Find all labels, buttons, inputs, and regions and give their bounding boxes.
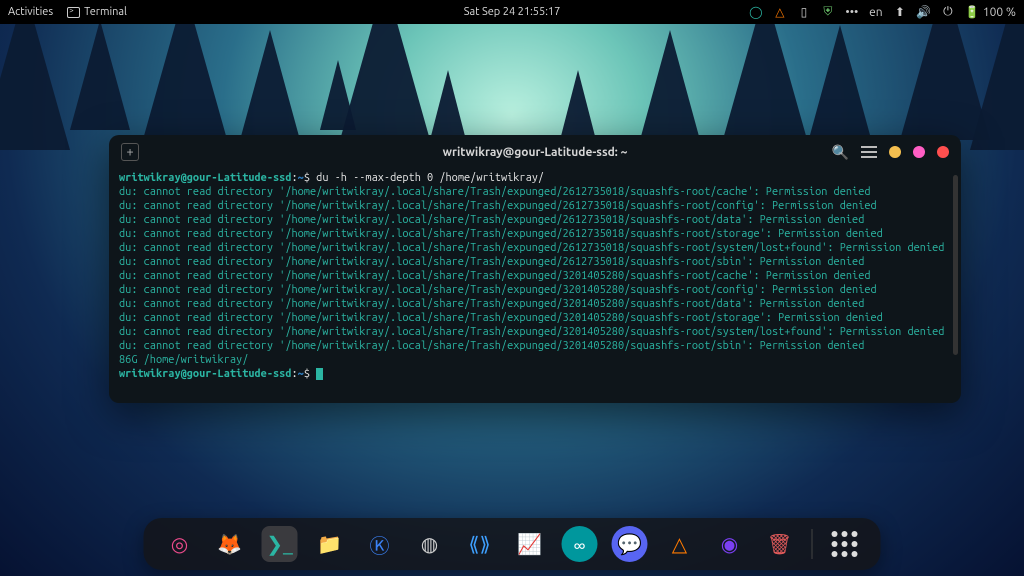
- terminal-line: du: cannot read directory '/home/writwik…: [119, 213, 951, 227]
- tray-icon-power[interactable]: ⏻: [941, 5, 955, 19]
- terminal-line: du: cannot read directory '/home/writwik…: [119, 199, 951, 213]
- du-result: 86G /home/writwikray/: [119, 353, 951, 367]
- terminal-title: writwikray@gour-Latitude-ssd: ~: [443, 146, 628, 159]
- prompt-line-1: writwikray@gour-Latitude-ssd:~$ du -h --…: [119, 171, 951, 185]
- system-tray: ◯ △ ▯ ⛨ ••• en ⬆ 🔊 ⏻ 🔋100 %: [749, 5, 1016, 19]
- search-icon[interactable]: 🔍: [832, 144, 849, 161]
- dock-separator: [812, 529, 813, 559]
- close-button[interactable]: [937, 146, 949, 158]
- minimize-button[interactable]: [889, 146, 901, 158]
- terminal-line: du: cannot read directory '/home/writwik…: [119, 185, 951, 199]
- dock-media[interactable]: ◉: [712, 526, 748, 562]
- clock[interactable]: Sat Sep 24 21:55:17: [464, 6, 561, 18]
- terminal-output: du: cannot read directory '/home/writwik…: [119, 185, 951, 353]
- terminal-line: du: cannot read directory '/home/writwik…: [119, 311, 951, 325]
- dock: ◎ 🦊 ❯_ 📁 Ⓚ ◍ ⟪⟫ 📈 ∞ 💬 △ ◉ 🗑: [144, 518, 881, 570]
- dock-files[interactable]: 📁: [312, 526, 348, 562]
- terminal-titlebar[interactable]: + writwikray@gour-Latitude-ssd: ~ 🔍: [109, 135, 961, 169]
- terminal-line: du: cannot read directory '/home/writwik…: [119, 255, 951, 269]
- terminal-line: du: cannot read directory '/home/writwik…: [119, 339, 951, 353]
- dock-kde[interactable]: Ⓚ: [362, 526, 398, 562]
- prompt-user: writwikray@gour-Latitude-ssd: [119, 368, 291, 380]
- tray-icon-shield[interactable]: ⛨: [821, 5, 835, 19]
- dock-terminal[interactable]: ❯_: [262, 526, 298, 562]
- dock-arduino[interactable]: ∞: [562, 526, 598, 562]
- activities-button[interactable]: Activities: [8, 6, 53, 18]
- terminal-line: du: cannot read directory '/home/writwik…: [119, 227, 951, 241]
- tray-icon-wifi[interactable]: ⬆: [893, 5, 907, 19]
- app-menu-label: Terminal: [84, 6, 127, 18]
- dock-vlc[interactable]: △: [662, 526, 698, 562]
- maximize-button[interactable]: [913, 146, 925, 158]
- tray-icon-1[interactable]: ◯: [749, 5, 763, 19]
- menu-icon[interactable]: [861, 146, 877, 158]
- terminal-line: du: cannot read directory '/home/writwik…: [119, 325, 951, 339]
- cursor: [316, 368, 323, 380]
- dock-obs[interactable]: ◍: [412, 526, 448, 562]
- tray-lang[interactable]: en: [869, 5, 883, 19]
- dock-vscode[interactable]: ⟪⟫: [462, 526, 498, 562]
- prompt-user: writwikray@gour-Latitude-ssd: [119, 172, 291, 184]
- app-menu[interactable]: Terminal: [67, 6, 127, 18]
- dock-discord[interactable]: 💬: [612, 526, 648, 562]
- tray-battery[interactable]: 🔋100 %: [965, 5, 1016, 19]
- apps-grid-icon: [829, 528, 861, 560]
- terminal-line: du: cannot read directory '/home/writwik…: [119, 241, 951, 255]
- new-tab-button[interactable]: +: [121, 143, 139, 161]
- tray-battery-pct: 100 %: [983, 6, 1016, 19]
- terminal-line: du: cannot read directory '/home/writwik…: [119, 297, 951, 311]
- scrollbar[interactable]: [953, 175, 958, 355]
- terminal-body[interactable]: writwikray@gour-Latitude-ssd:~$ du -h --…: [109, 169, 961, 403]
- top-panel: Activities Terminal Sat Sep 24 21:55:17 …: [0, 0, 1024, 24]
- terminal-line: du: cannot read directory '/home/writwik…: [119, 269, 951, 283]
- dock-trash[interactable]: 🗑: [762, 526, 798, 562]
- terminal-line: du: cannot read directory '/home/writwik…: [119, 283, 951, 297]
- show-apps-button[interactable]: [827, 526, 863, 562]
- tray-icon-volume[interactable]: 🔊: [917, 5, 931, 19]
- command-text: du -h --max-depth 0 /home/writwikray/: [316, 172, 544, 184]
- dock-chrome[interactable]: ◎: [162, 526, 198, 562]
- prompt-line-2: writwikray@gour-Latitude-ssd:~$: [119, 367, 951, 381]
- tray-icon-vlc[interactable]: △: [773, 5, 787, 19]
- dock-monitor[interactable]: 📈: [512, 526, 548, 562]
- tray-icon-more[interactable]: •••: [845, 5, 859, 19]
- terminal-window: + writwikray@gour-Latitude-ssd: ~ 🔍 writ…: [109, 135, 961, 403]
- tray-icon-battery2[interactable]: ▯: [797, 5, 811, 19]
- terminal-icon: [67, 7, 80, 18]
- dock-firefox[interactable]: 🦊: [212, 526, 248, 562]
